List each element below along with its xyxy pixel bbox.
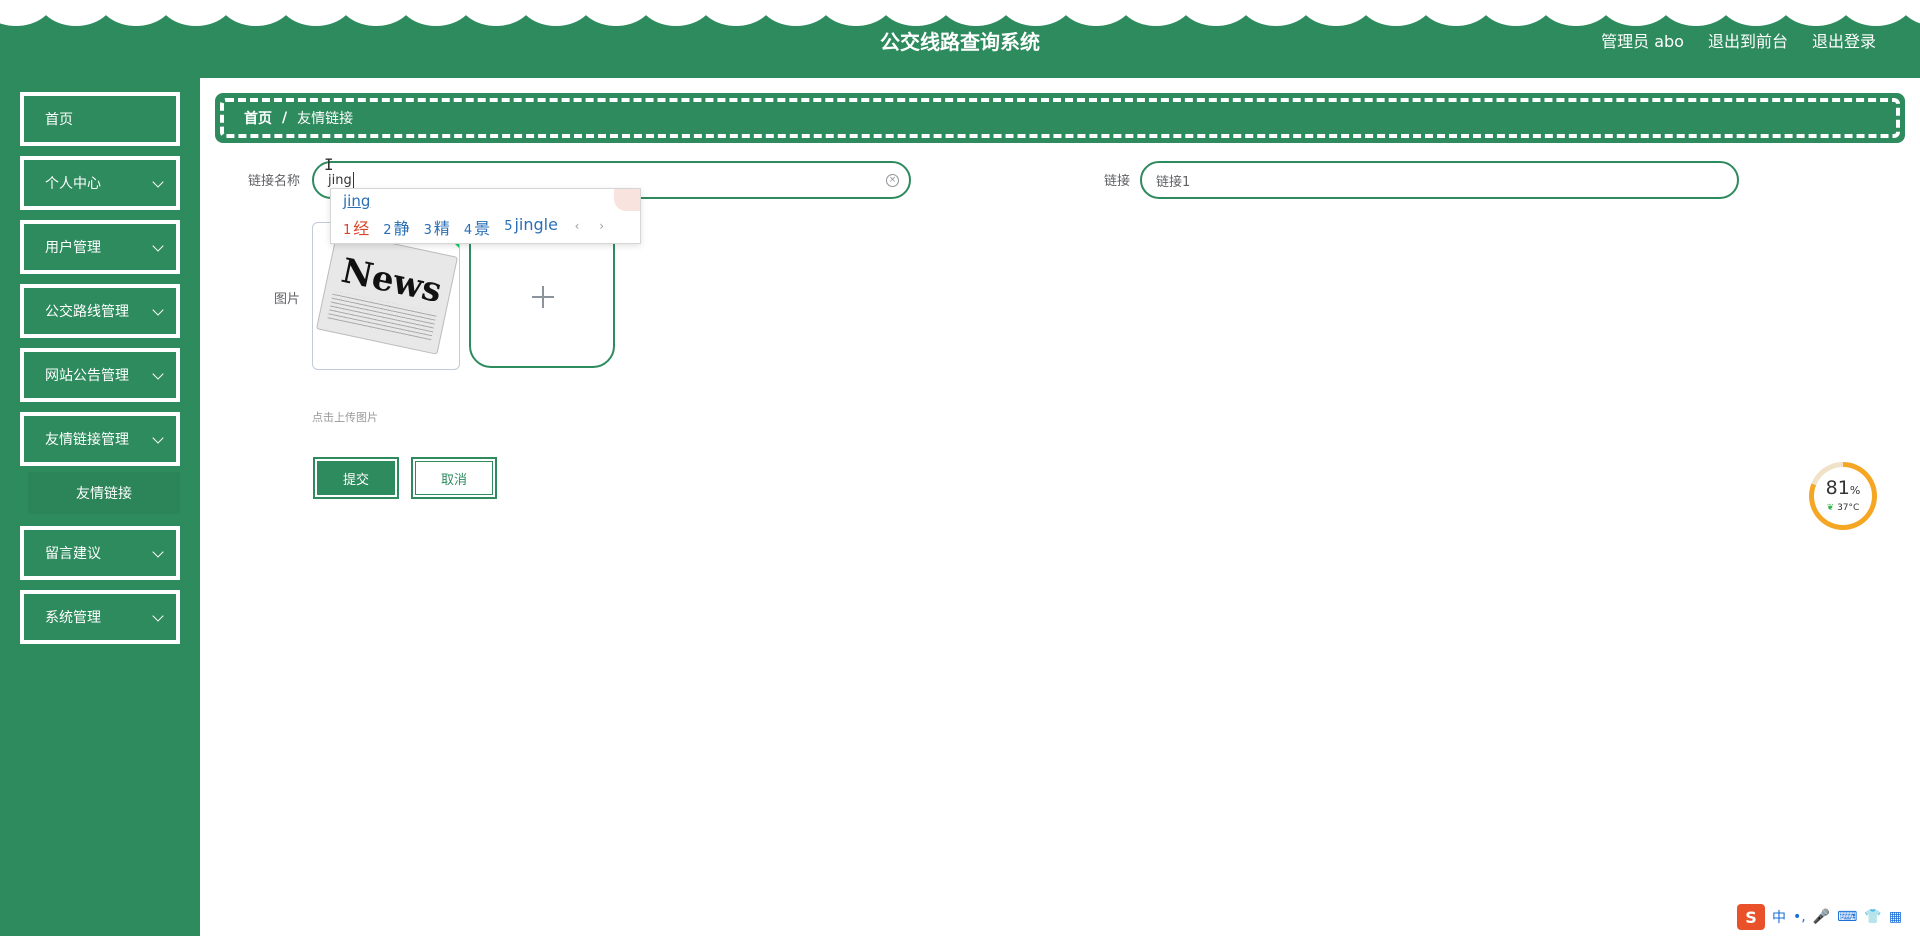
sidebar-item-label: 友情链接管理 xyxy=(45,432,129,448)
sidebar-item-label: 首页 xyxy=(45,112,73,128)
logout-link[interactable]: 退出登录 xyxy=(1812,28,1876,52)
clear-input-icon[interactable]: × xyxy=(886,174,899,187)
apps-grid-icon[interactable]: ▦ xyxy=(1889,909,1902,925)
breadcrumb-home-link[interactable]: 首页 xyxy=(244,108,272,128)
sidebar-item-label: 用户管理 xyxy=(45,240,101,256)
top-header: 公交线路查询系统 管理员 abo 退出到前台 退出登录 xyxy=(0,0,1920,78)
sidebar-item-label: 网站公告管理 xyxy=(45,368,129,384)
header-actions: 管理员 abo 退出到前台 退出登录 xyxy=(1601,28,1876,52)
sidebar-item-announcement-management[interactable]: 网站公告管理 xyxy=(20,348,180,402)
leaf-icon: ❦ xyxy=(1826,503,1835,513)
ime-candidate[interactable]: 4景 xyxy=(464,215,490,239)
sidebar-item-label: 公交路线管理 xyxy=(45,304,129,320)
chevron-down-icon xyxy=(152,240,164,252)
sidebar-item-system-management[interactable]: 系统管理 xyxy=(20,590,180,644)
breadcrumb-separator: / xyxy=(282,110,288,126)
usage-percent: 81% xyxy=(1825,477,1861,499)
chevron-down-icon xyxy=(152,176,164,188)
system-usage-gauge[interactable]: 81% ❦ 37°C xyxy=(1809,462,1877,530)
sidebar-item-label: 系统管理 xyxy=(45,610,101,626)
temperature-readout: ❦ 37°C xyxy=(1826,503,1860,513)
ime-composition-text: jing xyxy=(343,192,371,210)
link-url-value: 链接1 xyxy=(1156,174,1191,190)
exit-to-front-link[interactable]: 退出到前台 xyxy=(1708,28,1788,52)
cancel-button[interactable]: 取消 xyxy=(411,457,497,499)
text-caret xyxy=(352,172,354,188)
ime-skin-decoration xyxy=(614,189,640,211)
breadcrumb-current: 友情链接 xyxy=(297,111,354,127)
link-name-value: jing xyxy=(328,172,352,188)
admin-username: 管理员 abo xyxy=(1601,32,1684,51)
ime-candidate[interactable]: 1经 xyxy=(343,215,369,239)
sidebar-item-messages[interactable]: 留言建议 xyxy=(20,526,180,580)
sidebar-item-personal-center[interactable]: 个人中心 xyxy=(20,156,180,210)
skin-shirt-icon[interactable]: 👕 xyxy=(1864,909,1881,925)
link-name-label: 链接名称 xyxy=(247,174,300,189)
link-url-label: 链接 xyxy=(1103,174,1130,189)
sidebar-item-friend-link-management[interactable]: 友情链接管理 xyxy=(20,412,180,466)
sidebar-subitem-friend-link[interactable]: 友情链接 xyxy=(28,472,180,514)
chevron-down-icon xyxy=(152,304,164,316)
uploaded-image-thumbnail[interactable]: News xyxy=(312,222,460,370)
breadcrumb: 首页 / 友情链接 xyxy=(215,93,1905,143)
sidebar-item-user-management[interactable]: 用户管理 xyxy=(20,220,180,274)
sidebar-item-label: 留言建议 xyxy=(45,546,101,562)
chevron-down-icon xyxy=(152,610,164,622)
chevron-down-icon xyxy=(152,368,164,380)
sidebar-item-bus-route-management[interactable]: 公交路线管理 xyxy=(20,284,180,338)
ime-candidate[interactable]: 3精 xyxy=(424,215,450,239)
sidebar-item-label: 个人中心 xyxy=(45,176,101,192)
punctuation-icon[interactable]: •, xyxy=(1793,909,1806,925)
plus-icon-vertical xyxy=(542,286,544,308)
microphone-icon[interactable]: 🎤 xyxy=(1813,909,1830,925)
ime-candidate[interactable]: 2静 xyxy=(383,215,409,239)
ime-candidate-popup: jing 1经 2静 3精 4景 5 jingle ‹ › xyxy=(330,188,641,244)
sogou-logo-icon[interactable]: S xyxy=(1737,904,1765,930)
sidebar-item-home[interactable]: 首页 xyxy=(20,92,180,146)
ime-page-nav[interactable]: ‹ › xyxy=(575,219,612,233)
link-url-input[interactable]: 链接1 xyxy=(1140,161,1739,199)
ibeam-cursor-icon: I xyxy=(324,155,334,174)
image-label: 图片 xyxy=(273,292,300,307)
ime-toolbar: S 中 •, 🎤 ⌨ 👕 ▦ xyxy=(1737,904,1902,930)
chevron-down-icon xyxy=(152,546,164,558)
keyboard-icon[interactable]: ⌨ xyxy=(1837,909,1857,925)
chevron-down-icon xyxy=(152,432,164,444)
upload-hint: 点击上传图片 xyxy=(312,411,378,424)
ime-mode-toggle[interactable]: 中 xyxy=(1772,907,1786,927)
ime-candidate[interactable]: 5 jingle xyxy=(504,215,558,239)
breadcrumb-inner: 首页 / 友情链接 xyxy=(220,98,1900,138)
submit-button[interactable]: 提交 xyxy=(313,457,399,499)
sidebar: 首页 个人中心 用户管理 公交路线管理 网站公告管理 友情链接管理 友情链接 留… xyxy=(0,78,200,936)
ime-candidate-list: 1经 2静 3精 4景 5 jingle xyxy=(343,215,558,239)
